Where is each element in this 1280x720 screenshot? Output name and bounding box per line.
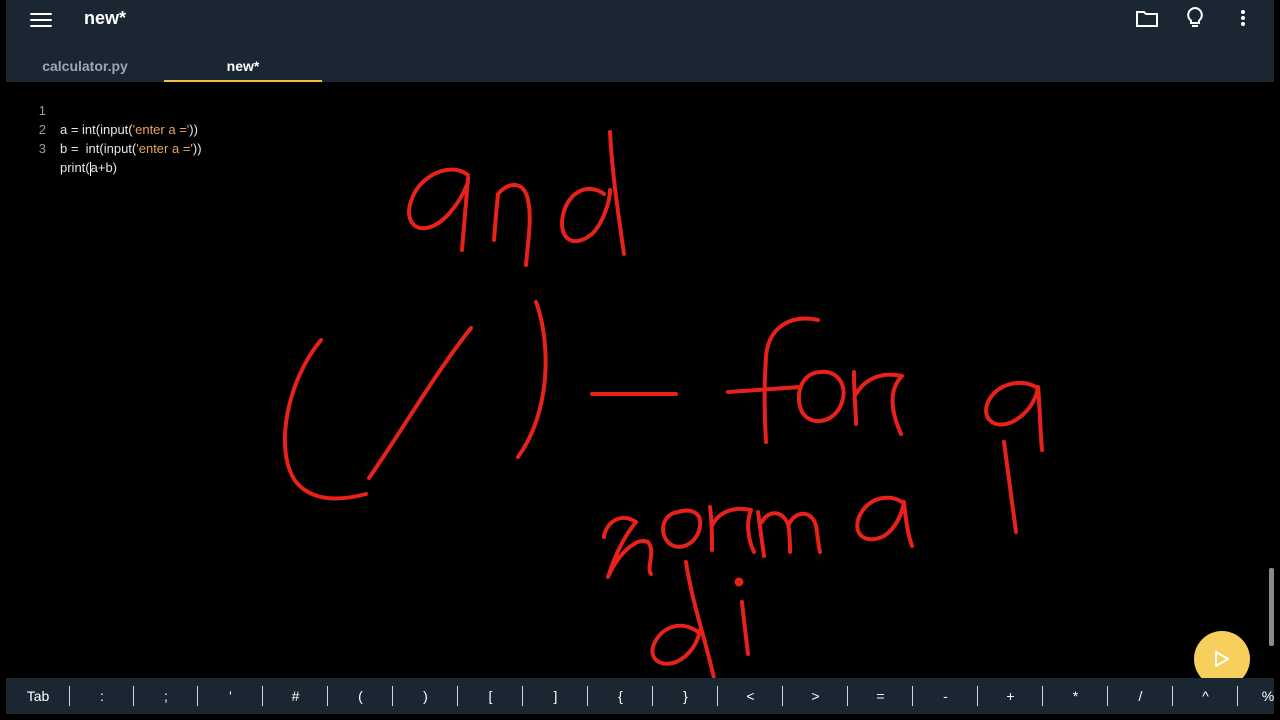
ink-stroke bbox=[407, 167, 470, 252]
symbol-key-bar: Tab : ; ' # ( ) [ ] { } < > = - + * / ^ … bbox=[6, 678, 1274, 714]
lightbulb-icon[interactable] bbox=[1184, 6, 1206, 30]
symbol-key[interactable]: : bbox=[70, 678, 134, 714]
hamburger-icon[interactable] bbox=[30, 10, 52, 28]
ink-stroke bbox=[602, 516, 654, 579]
ink-dot bbox=[734, 577, 744, 587]
symbol-key[interactable]: ( bbox=[328, 678, 393, 714]
ink-stroke bbox=[756, 510, 822, 558]
symbol-key[interactable]: ^ bbox=[1173, 678, 1238, 714]
symbol-key[interactable]: ] bbox=[523, 678, 588, 714]
ink-stroke bbox=[492, 183, 532, 267]
scrollbar-thumb[interactable] bbox=[1269, 568, 1274, 646]
symbol-key[interactable]: + bbox=[978, 678, 1043, 714]
ink-stroke bbox=[1002, 440, 1018, 534]
ink-stroke bbox=[708, 505, 756, 554]
symbol-key[interactable]: - bbox=[913, 678, 978, 714]
symbol-key[interactable]: / bbox=[1108, 678, 1173, 714]
more-vertical-icon[interactable] bbox=[1232, 6, 1254, 30]
tab-calculator[interactable]: calculator.py bbox=[6, 52, 164, 82]
symbol-key[interactable]: < bbox=[718, 678, 783, 714]
ink-stroke bbox=[852, 370, 904, 436]
ink-stroke bbox=[560, 130, 626, 256]
ink-stroke bbox=[796, 369, 846, 423]
code-editor[interactable]: 1 a = int(input('enter a =')) 2 b = int(… bbox=[6, 82, 1274, 687]
toolbar-actions bbox=[1136, 6, 1254, 30]
top-app-bar: new* calculator.py new* bbox=[6, 0, 1274, 82]
handwritten-annotation bbox=[283, 130, 1044, 678]
play-icon bbox=[1215, 651, 1229, 667]
ink-stroke bbox=[650, 560, 716, 678]
symbol-key[interactable]: # bbox=[263, 678, 328, 714]
symbol-key[interactable]: [ bbox=[458, 678, 523, 714]
page-title: new* bbox=[84, 8, 127, 28]
symbol-key[interactable]: ' bbox=[198, 678, 263, 714]
editor-app: new* calculator.py new* 1 a = int(input(… bbox=[6, 0, 1274, 720]
symbol-key[interactable]: * bbox=[1043, 678, 1108, 714]
ink-stroke bbox=[516, 300, 548, 459]
symbol-key[interactable]: } bbox=[653, 678, 718, 714]
symbol-key-tab[interactable]: Tab bbox=[6, 678, 70, 714]
file-tabs: calculator.py new* bbox=[6, 52, 322, 82]
ink-stroke bbox=[283, 338, 368, 501]
ink-stroke bbox=[661, 508, 703, 549]
symbol-key[interactable]: ) bbox=[393, 678, 458, 714]
symbol-key[interactable]: = bbox=[848, 678, 913, 714]
ink-stroke bbox=[367, 326, 473, 480]
ink-stroke bbox=[855, 495, 914, 548]
symbol-key[interactable]: ; bbox=[134, 678, 198, 714]
symbol-key[interactable]: % bbox=[1238, 678, 1280, 714]
symbol-key[interactable]: > bbox=[783, 678, 848, 714]
ink-stroke bbox=[984, 381, 1044, 452]
symbol-key[interactable]: { bbox=[588, 678, 653, 714]
tab-new[interactable]: new* bbox=[164, 52, 322, 82]
folder-icon[interactable] bbox=[1136, 6, 1158, 30]
ink-stroke bbox=[740, 600, 750, 656]
